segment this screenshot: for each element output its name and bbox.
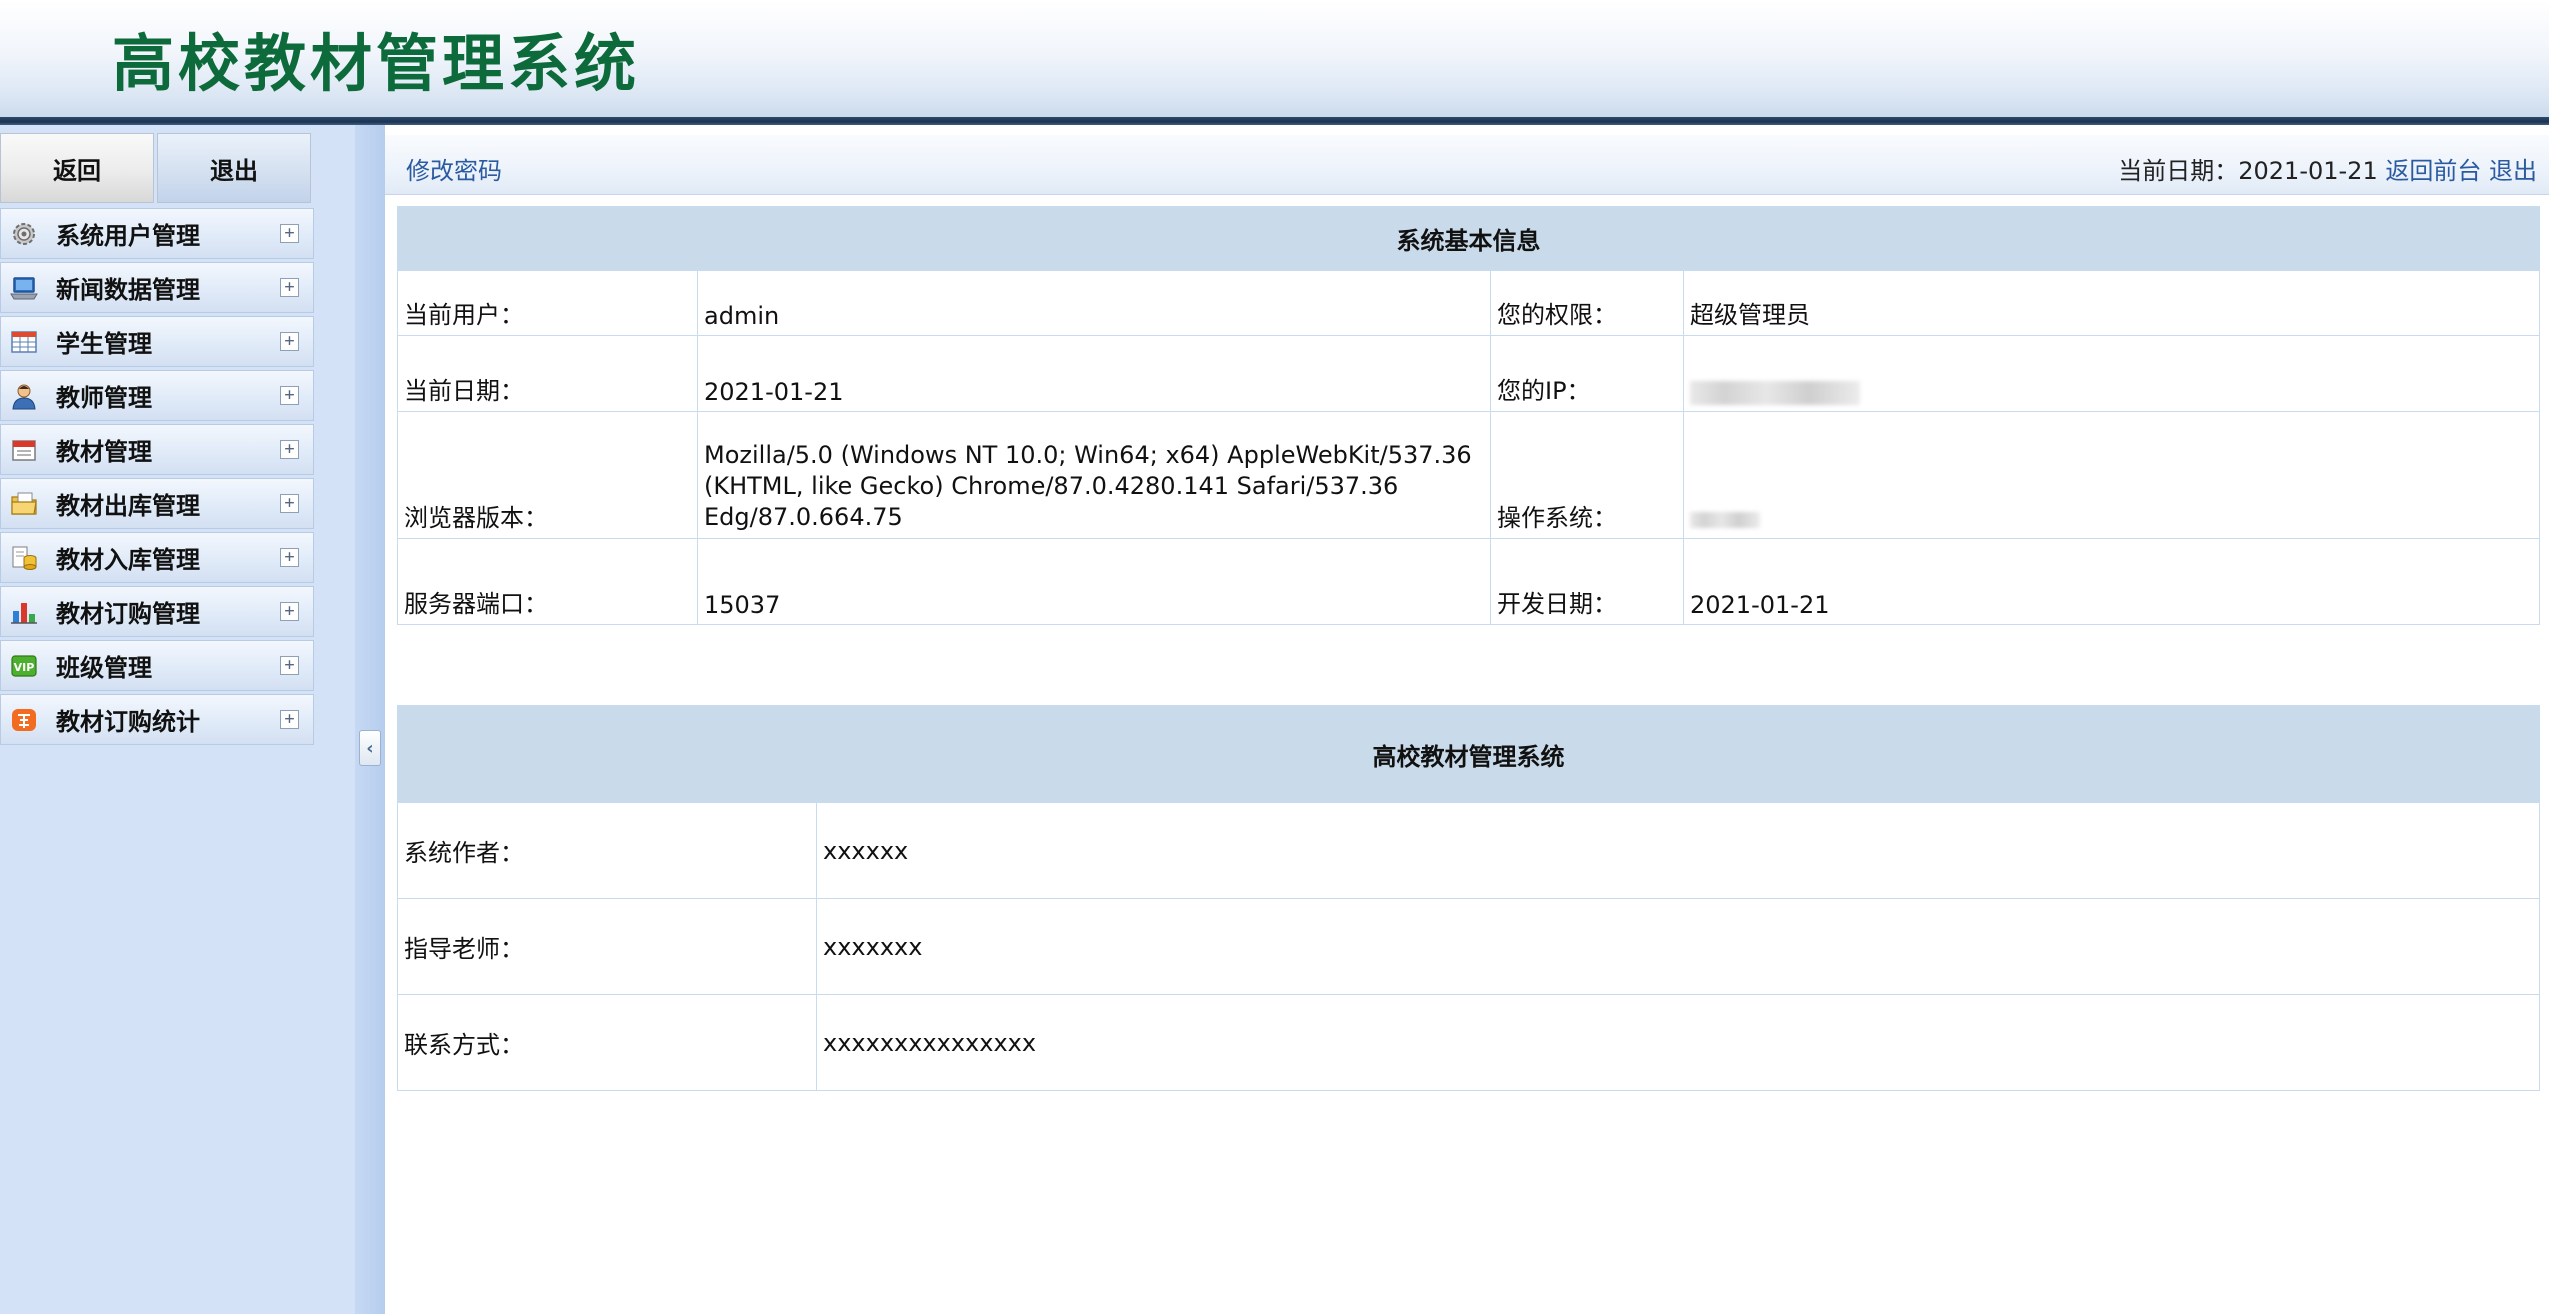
- os-value-redacted: [1683, 411, 2540, 539]
- sidebar-item-textbooks[interactable]: 教材管理 +: [0, 424, 314, 475]
- return-frontend-link[interactable]: 返回前台: [2385, 157, 2481, 185]
- current-date-label: 当前日期：: [2118, 157, 2239, 185]
- current-user-label: 当前用户：: [397, 270, 698, 336]
- browser-value: Mozilla/5.0 (Windows NT 10.0; Win64; x64…: [697, 411, 1491, 539]
- header-divider: [0, 117, 2549, 125]
- permission-value: 超级管理员: [1683, 270, 2540, 336]
- browser-label: 浏览器版本：: [397, 411, 698, 539]
- expand-plus-icon[interactable]: +: [280, 386, 299, 405]
- table-row: 系统作者： xxxxxx: [397, 802, 2540, 899]
- content-topbar: 修改密码 当前日期：2021-01-21 返回前台 退出: [385, 135, 2549, 195]
- sidebar-item-classes[interactable]: VIP 班级管理 +: [0, 640, 314, 691]
- folder-icon: [8, 488, 40, 520]
- system-author-title: 高校教材管理系统: [397, 705, 2540, 803]
- sidebar-splitter[interactable]: [355, 125, 385, 1314]
- database-icon: [8, 542, 40, 574]
- sidebar-item-textbook-orders[interactable]: 教材订购管理 +: [0, 586, 314, 637]
- bar-chart-icon: [8, 596, 40, 628]
- sidebar-item-teachers[interactable]: 教师管理 +: [0, 370, 314, 421]
- dev-date-value: 2021-01-21: [1683, 538, 2540, 625]
- expand-plus-icon[interactable]: +: [280, 656, 299, 675]
- expand-plus-icon[interactable]: +: [280, 440, 299, 459]
- sidebar-item-label: 教材入库管理: [56, 546, 200, 574]
- taobao-icon: [8, 704, 40, 736]
- laptop-icon: [8, 272, 40, 304]
- exit-button[interactable]: 退出: [157, 133, 311, 203]
- sidebar-item-label: 新闻数据管理: [56, 276, 200, 304]
- contact-label: 联系方式：: [397, 994, 817, 1091]
- topbar-right: 当前日期：2021-01-21 返回前台 退出: [2118, 151, 2537, 186]
- current-date-value: 2021-01-21: [697, 335, 1491, 412]
- app-title: 高校教材管理系统: [112, 27, 641, 100]
- system-info-title: 系统基本信息: [397, 206, 2540, 271]
- table-row: 浏览器版本： Mozilla/5.0 (Windows NT 10.0; Win…: [397, 411, 2540, 539]
- expand-plus-icon[interactable]: +: [280, 602, 299, 621]
- advisor-value: xxxxxxx: [816, 898, 2540, 995]
- expand-plus-icon[interactable]: +: [280, 224, 299, 243]
- expand-plus-icon[interactable]: +: [280, 332, 299, 351]
- os-label: 操作系统：: [1490, 411, 1684, 539]
- person-icon: [8, 380, 40, 412]
- current-date-value: 2021-01-21: [2238, 157, 2378, 185]
- vip-icon: VIP: [8, 650, 40, 682]
- sidebar-item-system-users[interactable]: 系统用户管理 +: [0, 208, 314, 259]
- expand-plus-icon[interactable]: +: [280, 548, 299, 567]
- main-content: 修改密码 当前日期：2021-01-21 返回前台 退出 系统基本信息 当前用户…: [385, 125, 2549, 1314]
- dev-date-label: 开发日期：: [1490, 538, 1684, 625]
- sidebar-item-label: 教材管理: [56, 438, 152, 466]
- sidebar-item-label: 系统用户管理: [56, 222, 200, 250]
- sidebar-item-order-statistics[interactable]: 教材订购统计 +: [0, 694, 314, 745]
- sidebar-top-buttons: 返回 退出: [0, 133, 314, 203]
- expand-plus-icon[interactable]: +: [280, 494, 299, 513]
- sidebar-item-textbook-inbound[interactable]: 教材入库管理 +: [0, 532, 314, 583]
- gear-icon: [8, 218, 40, 250]
- sidebar-item-label: 班级管理: [56, 654, 152, 682]
- table-row: 当前日期： 2021-01-21 您的IP：: [397, 335, 2540, 412]
- author-value: xxxxxx: [816, 802, 2540, 899]
- author-label: 系统作者：: [397, 802, 817, 899]
- ip-value-redacted: [1683, 335, 2540, 412]
- back-button[interactable]: 返回: [0, 133, 154, 203]
- sidebar-item-news-data[interactable]: 新闻数据管理 +: [0, 262, 314, 313]
- logout-link[interactable]: 退出: [2489, 157, 2537, 185]
- contact-value: xxxxxxxxxxxxxxx: [816, 994, 2540, 1091]
- table-row: 服务器端口： 15037 开发日期： 2021-01-21: [397, 538, 2540, 625]
- table-row: 联系方式： xxxxxxxxxxxxxxx: [397, 994, 2540, 1091]
- table-row: 当前用户： admin 您的权限： 超级管理员: [397, 270, 2540, 336]
- sidebar-item-label: 教材订购管理: [56, 600, 200, 628]
- table-row: 指导老师： xxxxxxx: [397, 898, 2540, 995]
- current-date-label: 当前日期：: [397, 335, 698, 412]
- sidebar-item-label: 学生管理: [56, 330, 152, 358]
- server-port-label: 服务器端口：: [397, 538, 698, 625]
- sidebar-item-label: 教材出库管理: [56, 492, 200, 520]
- svg-text:VIP: VIP: [14, 661, 35, 674]
- system-info-table: 系统基本信息 当前用户： admin 您的权限： 超级管理员 当前日期： 202…: [397, 206, 2540, 625]
- permission-label: 您的权限：: [1490, 270, 1684, 336]
- system-author-table: 高校教材管理系统 系统作者： xxxxxx 指导老师： xxxxxxx 联系方式…: [397, 705, 2540, 1091]
- current-user-value: admin: [697, 270, 1491, 336]
- sidebar-menu: 系统用户管理 + 新闻数据管理 + 学生管理 + 教师管理 + 教材管理 + 教…: [0, 208, 314, 748]
- expand-plus-icon[interactable]: +: [280, 278, 299, 297]
- sidebar-item-label: 教师管理: [56, 384, 152, 412]
- calendar-icon: [8, 434, 40, 466]
- sidebar-item-students[interactable]: 学生管理 +: [0, 316, 314, 367]
- change-password-link[interactable]: 修改密码: [406, 151, 502, 186]
- sidebar-item-label: 教材订购统计: [56, 708, 200, 736]
- header: 高校教材管理系统: [0, 0, 2549, 121]
- collapse-sidebar-icon[interactable]: ‹: [359, 730, 381, 766]
- server-port-value: 15037: [697, 538, 1491, 625]
- advisor-label: 指导老师：: [397, 898, 817, 995]
- table-icon: [8, 326, 40, 358]
- sidebar-item-textbook-outbound[interactable]: 教材出库管理 +: [0, 478, 314, 529]
- ip-label: 您的IP：: [1490, 335, 1684, 412]
- expand-plus-icon[interactable]: +: [280, 710, 299, 729]
